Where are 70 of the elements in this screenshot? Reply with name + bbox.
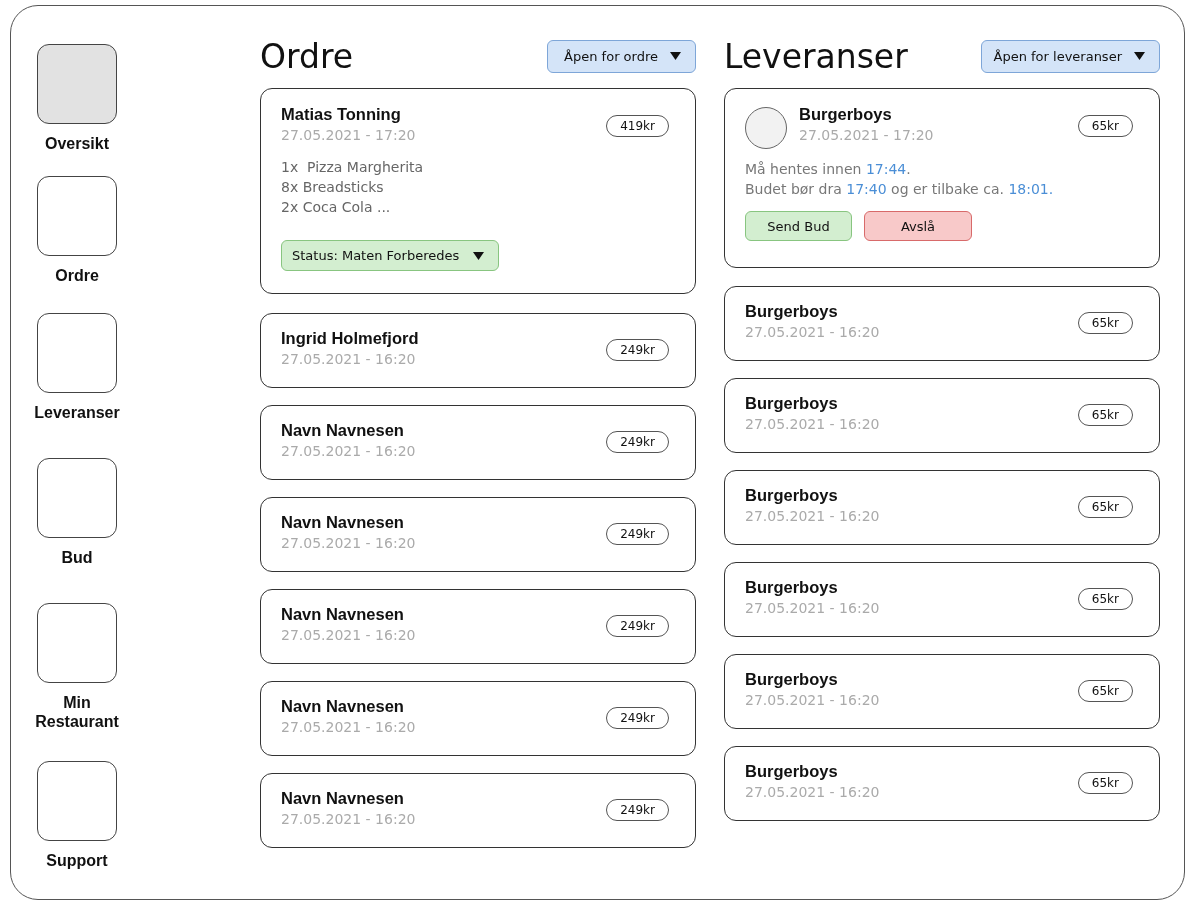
order-time: 27.05.2021 - 16:20 <box>281 535 416 551</box>
order-card[interactable]: Ingrid Holmefjord 27.05.2021 - 16:20 249kr <box>260 313 696 388</box>
caret-icon <box>670 52 681 60</box>
customer-name: Ingrid Holmefjord <box>281 329 419 348</box>
delivery-time: 27.05.2021 - 16:20 <box>745 692 880 708</box>
delivery-time: 27.05.2021 - 17:20 <box>799 127 934 143</box>
order-card[interactable]: Navn Navnesen 27.05.2021 - 16:20 249kr <box>260 681 696 756</box>
reject-button[interactable]: Avslå <box>864 211 972 241</box>
order-time: 27.05.2021 - 16:20 <box>281 811 416 827</box>
caret-icon <box>473 251 485 260</box>
nav-label: Bud <box>60 548 94 567</box>
restaurant-name: Burgerboys <box>745 762 839 781</box>
customer-name: Navn Navnesen <box>281 513 405 532</box>
restaurant-name: Burgerboys <box>745 670 839 689</box>
order-card[interactable]: Matias Tonning 27.05.2021 - 17:20 419kr 1x Pizza Margherita 8x Breadsticks 2x Coca Cola ... Status: Maten Forberedes <box>260 88 696 294</box>
delivery-time: 27.05.2021 - 16:20 <box>745 600 880 616</box>
delivery-time: 27.05.2021 - 16:20 <box>745 784 880 800</box>
order-time: 27.05.2021 - 16:20 <box>281 443 416 459</box>
nav-tile[interactable] <box>37 176 117 256</box>
order-card[interactable]: Navn Navnesen 27.05.2021 - 16:20 249kr <box>260 497 696 572</box>
nav-tile[interactable] <box>37 603 117 683</box>
nav-tile[interactable] <box>37 761 117 841</box>
delivery-time: 27.05.2021 - 16:20 <box>745 324 880 340</box>
restaurant-name: Burgerboys <box>799 105 893 124</box>
restaurant-name: Burgerboys <box>745 578 839 597</box>
send-courier-button[interactable]: Send Bud <box>745 211 852 241</box>
order-time: 27.05.2021 - 17:20 <box>281 127 416 143</box>
customer-name: Navn Navnesen <box>281 605 405 624</box>
pickup-message: Budet bør dra 17:40 og er tilbake ca. 18:01. <box>745 180 1055 199</box>
customer-name: Matias Tonning <box>281 105 402 124</box>
filter-dropdown[interactable]: Åpen for ordre <box>547 39 696 73</box>
caret-icon <box>1134 52 1145 60</box>
delivery-card[interactable]: Burgerboys 27.05.2021 - 16:20 65kr <box>724 470 1160 545</box>
restaurant-name: Burgerboys <box>745 394 839 413</box>
section-title: Leveranser <box>724 36 908 76</box>
order-line: 1x Pizza Margherita <box>281 158 425 177</box>
delivery-card[interactable]: Burgerboys 27.05.2021 - 16:20 65kr <box>724 746 1160 821</box>
restaurant-name: Burgerboys <box>745 486 839 505</box>
delivery-card[interactable]: Burgerboys 27.05.2021 - 16:20 65kr <box>724 562 1160 637</box>
order-card[interactable]: Navn Navnesen 27.05.2021 - 16:20 249kr <box>260 405 696 480</box>
delivery-card[interactable]: Burgerboys 27.05.2021 - 17:20 65kr Må hentes innen 17:44. Budet bør dra 17:40 og er tilbake ca. 18:01. Send Bud Avslå <box>724 88 1160 268</box>
nav-label: Support <box>45 851 109 870</box>
order-time: 27.05.2021 - 16:20 <box>281 627 416 643</box>
order-line: 2x Coca Cola ... <box>281 198 392 217</box>
nav-label: Ordre <box>54 266 100 285</box>
pickup-message: Må hentes innen 17:44. <box>745 160 912 179</box>
customer-name: Navn Navnesen <box>281 697 405 716</box>
section-title: Ordre <box>260 36 354 76</box>
order-time: 27.05.2021 - 16:20 <box>281 719 416 735</box>
nav-tile[interactable] <box>37 313 117 393</box>
order-card[interactable]: Navn Navnesen 27.05.2021 - 16:20 249kr <box>260 589 696 664</box>
restaurant-name: Burgerboys <box>745 302 839 321</box>
delivery-time: 27.05.2021 - 16:20 <box>745 416 880 432</box>
nav-label: Min Restaurant <box>34 693 120 731</box>
order-card[interactable]: Navn Navnesen 27.05.2021 - 16:20 249kr <box>260 773 696 848</box>
delivery-card[interactable]: Burgerboys 27.05.2021 - 16:20 65kr <box>724 654 1160 729</box>
delivery-time: 27.05.2021 - 16:20 <box>745 508 880 524</box>
customer-name: Navn Navnesen <box>281 421 405 440</box>
customer-name: Navn Navnesen <box>281 789 405 808</box>
nav-tile[interactable] <box>37 44 117 124</box>
nav-tile[interactable] <box>37 458 117 538</box>
order-line: 8x Breadsticks <box>281 178 385 197</box>
filter-dropdown[interactable]: Åpen for leveranser <box>980 39 1160 73</box>
status-dropdown[interactable]: Status: Maten Forberedes <box>281 240 500 271</box>
delivery-card[interactable]: Burgerboys 27.05.2021 - 16:20 65kr <box>724 286 1160 361</box>
order-time: 27.05.2021 - 16:20 <box>281 351 417 367</box>
avatar-icon <box>745 107 787 149</box>
delivery-card[interactable]: Burgerboys 27.05.2021 - 16:20 65kr <box>724 378 1160 453</box>
nav-label: Leveranser <box>33 403 121 422</box>
nav-label: Oversikt <box>43 134 110 153</box>
